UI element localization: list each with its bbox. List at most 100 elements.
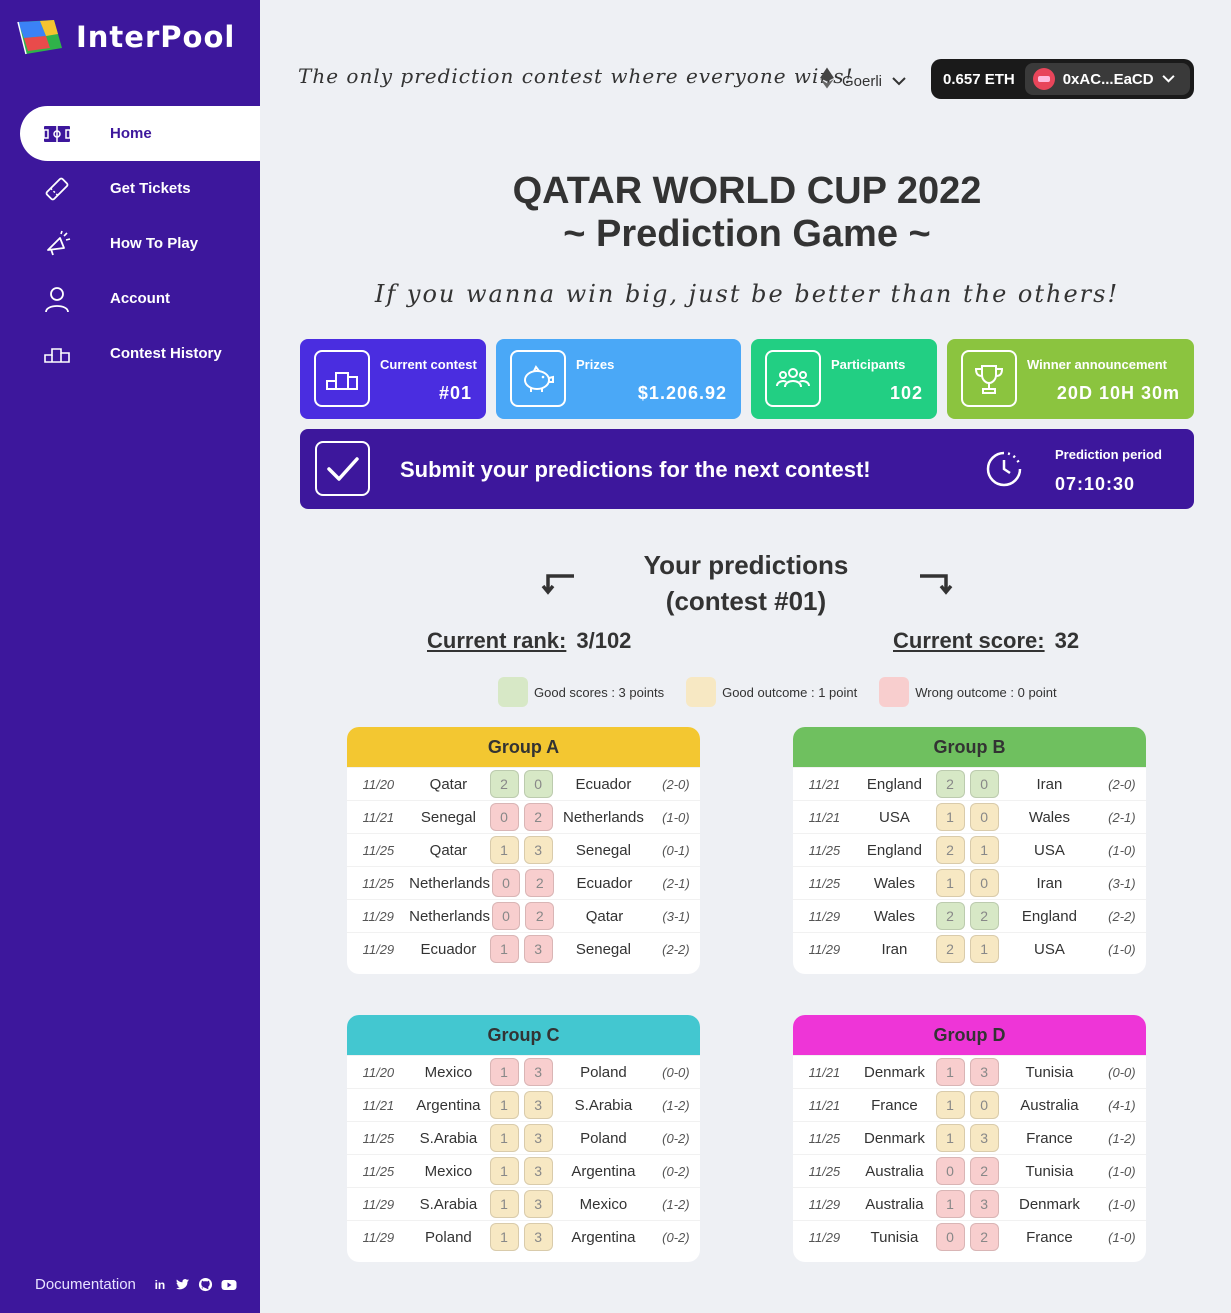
match-result: (2-1) (662, 875, 690, 891)
group-c-card: Group C 11/20 Mexico 1 3 Poland (0-0) 11/21 Arg… (347, 1015, 700, 1262)
page-title: QATAR WORLD CUP 2022 (512, 170, 982, 212)
away-score-prediction[interactable]: 0 (969, 770, 999, 798)
sidebar-item-how-to-play[interactable]: How To Play (20, 216, 260, 271)
wallet-balance: 0.657 ETH (943, 70, 1015, 88)
match-result: (1-0) (1108, 842, 1136, 858)
away-score-prediction[interactable]: 1 (969, 935, 999, 963)
home-score-prediction[interactable]: 1 (489, 836, 519, 864)
sidebar-item-get-tickets[interactable]: Get Tickets (20, 161, 260, 216)
away-score-prediction[interactable]: 3 (523, 1190, 553, 1218)
home-score-prediction[interactable]: 0 (491, 902, 521, 930)
home-score-prediction[interactable]: 0 (935, 1157, 965, 1185)
match-list: 11/20 Mexico 1 3 Poland (0-0) 11/21 Argentina 1 3… (347, 1055, 700, 1253)
legend-swatch (879, 677, 910, 707)
home-team: England (866, 841, 922, 859)
away-score-prediction[interactable]: 3 (523, 1091, 553, 1119)
home-team: Denmark (863, 1063, 925, 1081)
home-score-prediction[interactable]: 0 (489, 803, 519, 831)
group-header: Group D (793, 1015, 1146, 1055)
away-score-prediction[interactable]: 3 (523, 1157, 553, 1185)
match-date: 11/20 (362, 776, 395, 792)
match-row: 11/29 Iran 2 1 USA (1-0) (793, 932, 1146, 965)
home-score-prediction[interactable]: 1 (935, 869, 965, 897)
sidebar-item-account[interactable]: Account (20, 271, 260, 326)
away-score-prediction[interactable]: 0 (969, 803, 999, 831)
home-score-prediction[interactable]: 1 (935, 1124, 965, 1152)
home-score-prediction[interactable]: 2 (935, 836, 965, 864)
match-result: (2-2) (662, 941, 690, 957)
away-score-prediction[interactable]: 3 (523, 935, 553, 963)
away-team: Ecuador (576, 874, 633, 892)
home-score-prediction[interactable]: 2 (935, 935, 965, 963)
away-score-prediction[interactable]: 0 (523, 770, 553, 798)
rank-label: Current rank: (427, 628, 567, 653)
match-result: (1-2) (1108, 1130, 1136, 1146)
away-team: Tunisia (1025, 1162, 1074, 1180)
home-score-prediction[interactable]: 1 (935, 1091, 965, 1119)
away-team: USA (1034, 940, 1065, 958)
away-score-prediction[interactable]: 3 (523, 1124, 553, 1152)
scoring-legend: Good scores : 3 points Good outcome : 1 … (498, 677, 1079, 707)
home-score-prediction[interactable]: 1 (489, 1223, 519, 1251)
home-score-prediction[interactable]: 1 (935, 1058, 965, 1086)
away-score-prediction[interactable]: 0 (969, 869, 999, 897)
match-result: (0-2) (662, 1130, 690, 1146)
home-score-prediction[interactable]: 1 (489, 935, 519, 963)
away-score-prediction[interactable]: 1 (969, 836, 999, 864)
home-score-prediction[interactable]: 1 (489, 1157, 519, 1185)
away-score-prediction[interactable]: 3 (523, 1058, 553, 1086)
home-score-prediction[interactable]: 0 (491, 869, 521, 897)
group-d-card: Group D 11/21 Denmark 1 3 Tunisia (0-0) 11/21 F… (793, 1015, 1146, 1262)
logo[interactable]: InterPool (16, 18, 235, 56)
home-team: England (866, 775, 922, 793)
away-team: Australia (1020, 1096, 1079, 1114)
match-result: (0-1) (662, 842, 690, 858)
network-selector[interactable]: Goerli (820, 67, 906, 95)
home-score-prediction[interactable]: 1 (489, 1190, 519, 1218)
away-team: Netherlands (562, 808, 644, 826)
away-score-prediction[interactable]: 3 (969, 1058, 999, 1086)
away-score-prediction[interactable]: 0 (969, 1091, 999, 1119)
github-icon[interactable] (198, 1277, 214, 1293)
match-row: 11/20 Qatar 2 0 Ecuador (2-0) (347, 767, 700, 800)
card-value: #01 (438, 383, 472, 403)
away-score-prediction[interactable]: 3 (969, 1190, 999, 1218)
away-score-prediction[interactable]: 2 (523, 803, 553, 831)
sidebar-item-contest-history[interactable]: Contest History (20, 326, 260, 381)
period-label: Prediction period (1055, 447, 1162, 462)
home-score-prediction[interactable]: 1 (935, 1190, 965, 1218)
app-name: InterPool (76, 20, 236, 54)
away-score-prediction[interactable]: 2 (525, 902, 555, 930)
home-score-prediction[interactable]: 2 (935, 770, 965, 798)
documentation-link[interactable]: Documentation (35, 1276, 136, 1293)
away-score-prediction[interactable]: 2 (969, 902, 999, 930)
away-score-prediction[interactable]: 3 (969, 1124, 999, 1152)
legend-swatch (498, 677, 528, 707)
submit-predictions-banner[interactable]: Submit your predictions for the next con… (300, 429, 1194, 509)
home-score-prediction[interactable]: 1 (935, 803, 965, 831)
match-row: 11/21 Argentina 1 3 S.Arabia (1-2) (347, 1088, 700, 1121)
away-score-prediction[interactable]: 2 (969, 1223, 999, 1251)
away-score-prediction[interactable]: 2 (969, 1157, 999, 1185)
wallet-address-button[interactable]: 0xAC...EaCD (1024, 63, 1190, 95)
linkedin-icon[interactable]: in (152, 1277, 168, 1293)
predictions-subtitle: (contest #01) (665, 586, 827, 616)
match-list: 11/21 Denmark 1 3 Tunisia (0-0) 11/21 France 1 0 A… (793, 1055, 1146, 1253)
home-score-prediction[interactable]: 0 (935, 1223, 965, 1251)
home-score-prediction[interactable]: 2 (935, 902, 965, 930)
home-score-prediction[interactable]: 2 (489, 770, 519, 798)
wallet-button[interactable]: 0.657 ETH 0xAC...EaCD (931, 59, 1194, 99)
twitter-icon[interactable] (175, 1277, 191, 1293)
home-score-prediction[interactable]: 1 (489, 1124, 519, 1152)
sidebar: InterPool Home Get Tickets How To Play A… (0, 0, 260, 1313)
away-score-prediction[interactable]: 2 (525, 869, 555, 897)
away-score-prediction[interactable]: 3 (523, 1223, 553, 1251)
sidebar-item-home[interactable]: Home (20, 106, 260, 161)
home-score-prediction[interactable]: 1 (489, 1058, 519, 1086)
home-score-prediction[interactable]: 1 (489, 1091, 519, 1119)
rank-value: 3/102 (576, 628, 632, 653)
score-value: 32 (1054, 628, 1080, 653)
youtube-icon[interactable] (221, 1277, 237, 1293)
away-score-prediction[interactable]: 3 (523, 836, 553, 864)
match-row: 11/21 USA 1 0 Wales (2-1) (793, 800, 1146, 833)
